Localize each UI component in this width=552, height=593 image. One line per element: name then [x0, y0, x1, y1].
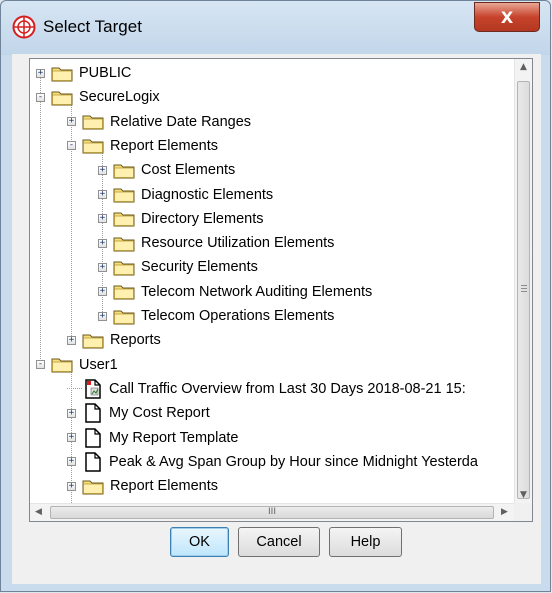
tree-node[interactable]: + Cost Elements — [98, 158, 235, 182]
tree-node[interactable]: - Report Elements — [67, 134, 218, 158]
tree-guide-line — [40, 73, 41, 365]
title-bar[interactable]: Select Target X — [1, 1, 550, 55]
tree-node[interactable]: + Resource Utilization Elements — [98, 231, 334, 255]
tree-node-label: Report Elements — [110, 137, 218, 154]
select-target-dialog: Select Target X + PUBLIC - SecureLogix + Rela… — [0, 0, 551, 592]
expand-icon[interactable]: + — [67, 335, 76, 345]
tree-node-label: Diagnostic Elements — [141, 186, 274, 203]
folder-icon — [51, 91, 73, 106]
folder-icon — [113, 212, 135, 227]
tree-node[interactable]: Call Traffic Overview from Last 30 Days … — [67, 377, 466, 401]
report-icon — [85, 379, 101, 399]
tree-node-label: User1 — [79, 356, 118, 373]
vertical-scrollbar[interactable]: ▲ ▼ — [514, 59, 532, 504]
tree-node-label: Call Traffic Overview from Last 30 Days … — [109, 380, 466, 397]
horizontal-scrollbar[interactable]: ◀ III ▶ — [30, 503, 515, 521]
tree-node[interactable]: + Telecom Operations Elements — [98, 304, 334, 328]
tree-node[interactable]: - SecureLogix — [36, 85, 160, 109]
tree-node-label: My Report Template — [109, 429, 239, 446]
folder-icon — [82, 480, 104, 495]
thumb-grip-line — [521, 285, 527, 286]
thumb-grip-line — [521, 288, 527, 289]
tree-viewport: + PUBLIC - SecureLogix + Relative Date Ranges… — [30, 59, 515, 504]
folder-icon — [113, 285, 135, 300]
tree-node-label: Peak & Avg Span Group by Hour since Midn… — [109, 453, 478, 470]
window-title: Select Target — [43, 17, 142, 36]
expand-icon[interactable]: + — [67, 117, 76, 127]
tree-node-label: Telecom Operations Elements — [141, 308, 335, 324]
expand-icon[interactable]: + — [98, 214, 107, 224]
help-button[interactable]: Help — [329, 527, 402, 557]
dialog-content: + PUBLIC - SecureLogix + Relative Date Ranges… — [12, 54, 541, 584]
document-icon — [85, 427, 101, 448]
expand-icon[interactable]: + — [98, 190, 107, 199]
document-icon — [85, 452, 101, 472]
close-button[interactable]: X — [474, 2, 540, 32]
folder-icon — [113, 188, 135, 203]
tree-node[interactable]: + My Report Template — [67, 426, 238, 450]
tree-node-label: Directory Elements — [141, 210, 264, 227]
folder-icon — [82, 334, 104, 349]
scroll-grip-icon: III — [268, 507, 276, 517]
folder-icon — [113, 310, 135, 324]
tree-node-label: SecureLogix — [79, 89, 160, 106]
tree-node-label: Security Elements — [141, 259, 258, 276]
document-icon — [85, 403, 101, 423]
target-tree[interactable]: + PUBLIC - SecureLogix + Relative Date Ranges… — [29, 58, 533, 522]
expand-icon[interactable]: + — [98, 287, 107, 297]
folder-icon — [113, 237, 135, 252]
tree-node[interactable]: - User1 — [36, 353, 118, 377]
expand-icon[interactable]: + — [67, 408, 76, 418]
scroll-left-arrow-icon[interactable]: ◀ — [30, 504, 47, 521]
tree-node[interactable]: + Peak & Avg Span Group by Hour since Mid… — [67, 450, 478, 474]
folder-icon — [113, 261, 135, 276]
ok-button[interactable]: OK — [170, 527, 229, 557]
expand-icon[interactable]: + — [98, 165, 107, 175]
close-icon: X — [500, 7, 514, 27]
expand-icon[interactable]: + — [67, 457, 76, 467]
scroll-right-arrow-icon[interactable]: ▶ — [496, 504, 513, 521]
tree-node-label: Reports — [110, 332, 161, 349]
tree-node[interactable]: + My Cost Report — [67, 401, 210, 425]
scrollbar-corner — [514, 503, 532, 521]
tree-node-label: Report Elements — [110, 478, 218, 495]
scroll-down-arrow-icon[interactable]: ▼ — [515, 487, 532, 504]
tree-node[interactable]: + Telecom Network Auditing Elements — [98, 280, 372, 304]
cancel-button[interactable]: Cancel — [238, 527, 320, 557]
tree-node-label: Resource Utilization Elements — [141, 235, 335, 252]
expand-icon[interactable]: + — [67, 433, 76, 442]
tree-node[interactable]: + Directory Elements — [98, 207, 263, 231]
target-icon — [12, 15, 36, 39]
folder-icon — [51, 358, 73, 373]
folder-icon — [82, 139, 104, 154]
tree-node-label: Relative Date Ranges — [110, 113, 252, 130]
collapse-icon[interactable]: - — [67, 141, 76, 151]
folder-icon — [51, 67, 73, 81]
expand-icon[interactable]: + — [98, 238, 107, 248]
expand-icon[interactable]: + — [98, 262, 107, 272]
collapse-icon[interactable]: - — [36, 360, 45, 370]
tree-node-label: Cost Elements — [141, 162, 236, 179]
tree-connector — [67, 388, 82, 390]
horizontal-scroll-thumb[interactable]: III — [50, 506, 494, 519]
tree-node-label: My Cost Report — [109, 405, 210, 422]
folder-icon — [113, 164, 135, 179]
expand-icon[interactable]: + — [98, 311, 107, 321]
tree-node[interactable]: + PUBLIC — [36, 61, 131, 85]
tree-node-label: Telecom Network Auditing Elements — [141, 283, 373, 300]
thumb-grip-line — [521, 291, 527, 292]
expand-icon[interactable]: + — [67, 481, 76, 491]
vertical-scroll-thumb[interactable] — [517, 81, 530, 499]
tree-node[interactable]: + Security Elements — [98, 255, 258, 279]
tree-node-label: PUBLIC — [79, 65, 132, 81]
folder-icon — [82, 115, 104, 130]
expand-icon[interactable]: + — [36, 68, 45, 78]
tree-node[interactable]: + Diagnostic Elements — [98, 183, 273, 207]
tree-node[interactable]: + Relative Date Ranges — [67, 110, 251, 134]
tree-node[interactable]: + Report Elements — [67, 474, 218, 498]
tree-node[interactable]: + Reports — [67, 328, 161, 352]
scroll-up-arrow-icon[interactable]: ▲ — [515, 59, 532, 76]
collapse-icon[interactable]: - — [36, 92, 45, 102]
